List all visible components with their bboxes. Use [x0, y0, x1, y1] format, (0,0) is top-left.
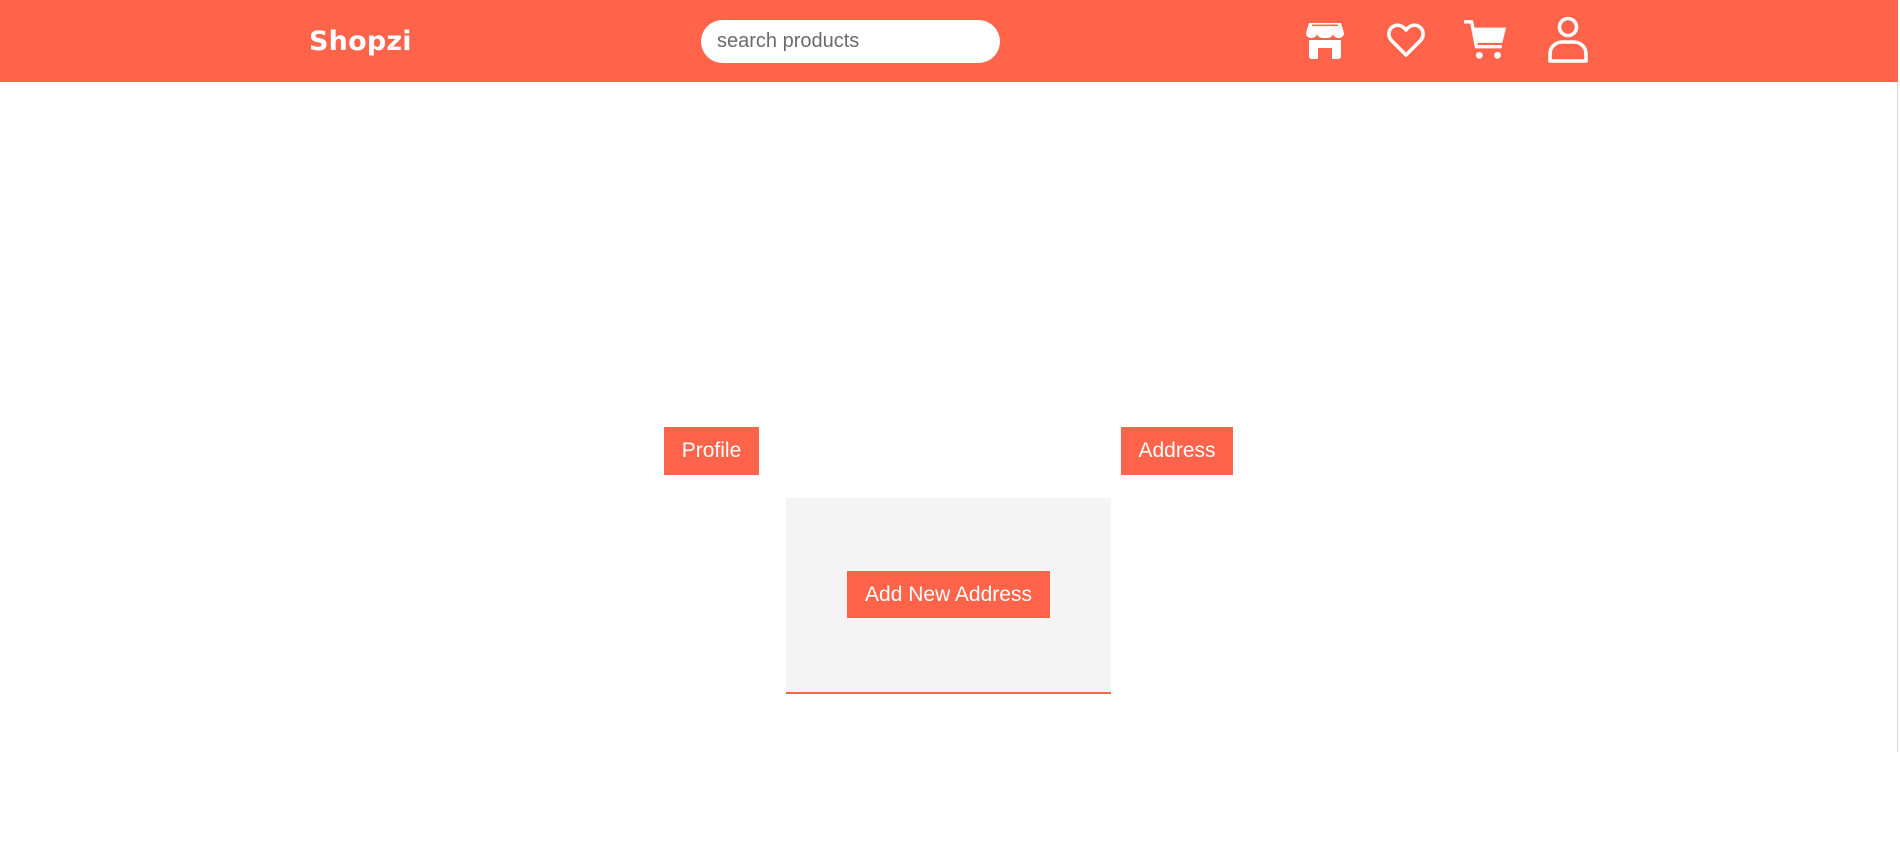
- address-button[interactable]: Address: [1121, 427, 1233, 475]
- heart-icon[interactable]: [1384, 16, 1428, 64]
- brand-logo[interactable]: Shopzi: [309, 26, 412, 57]
- profile-button[interactable]: Profile: [664, 427, 759, 475]
- top-navbar: Shopzi: [0, 0, 1898, 82]
- search-input[interactable]: [701, 20, 1000, 63]
- scrollbar-edge: [1897, 82, 1898, 752]
- user-icon[interactable]: [1546, 16, 1590, 64]
- address-card: Add New Address: [786, 498, 1111, 694]
- store-icon[interactable]: [1303, 16, 1347, 64]
- cart-icon[interactable]: [1464, 16, 1508, 64]
- add-new-address-button[interactable]: Add New Address: [847, 571, 1050, 618]
